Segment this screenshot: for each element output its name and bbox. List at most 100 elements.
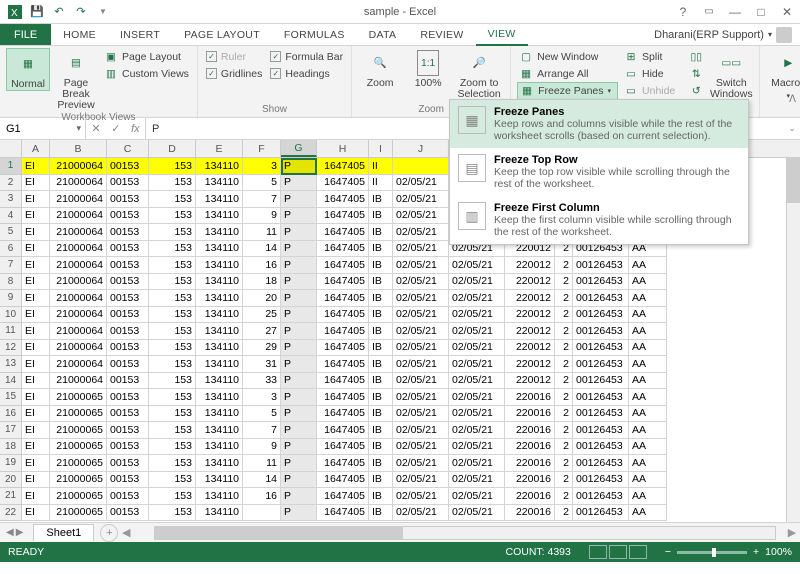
cell[interactable]: 1647405 xyxy=(317,406,369,423)
cell[interactable]: 00153 xyxy=(107,422,149,439)
cell[interactable]: 00126453 xyxy=(573,373,629,390)
zoom-percent[interactable]: 100% xyxy=(765,546,792,558)
cell[interactable]: 14 xyxy=(243,472,281,489)
cell[interactable]: P xyxy=(281,290,317,307)
cell[interactable]: 134110 xyxy=(196,439,243,456)
cell[interactable]: 153 xyxy=(149,356,196,373)
cell[interactable]: 3 xyxy=(243,389,281,406)
cell[interactable]: 00153 xyxy=(107,356,149,373)
cell[interactable]: 02/05/21 xyxy=(449,488,505,505)
cell[interactable]: 2 xyxy=(555,257,573,274)
row-header[interactable]: 20 xyxy=(0,472,22,489)
name-box-dropdown-icon[interactable]: ▾ xyxy=(76,123,81,134)
cell[interactable]: 153 xyxy=(149,373,196,390)
cell[interactable]: 220016 xyxy=(505,488,555,505)
cell[interactable]: P xyxy=(281,224,317,241)
cell[interactable]: 02/05/21 xyxy=(393,290,449,307)
cell[interactable] xyxy=(393,158,449,175)
cell[interactable]: AA xyxy=(629,323,667,340)
cell[interactable]: 02/05/21 xyxy=(449,373,505,390)
column-header-G[interactable]: G xyxy=(281,140,317,157)
cell[interactable]: 02/05/21 xyxy=(393,422,449,439)
cell[interactable]: 2 xyxy=(555,373,573,390)
cell[interactable]: IB xyxy=(369,323,393,340)
cell[interactable]: IB xyxy=(369,373,393,390)
cell[interactable]: P xyxy=(281,472,317,489)
cell[interactable]: EI xyxy=(22,158,50,175)
cell[interactable]: 02/05/21 xyxy=(393,488,449,505)
headings-checkbox[interactable]: ✓Headings xyxy=(268,65,345,82)
cell[interactable]: 2 xyxy=(555,422,573,439)
cell[interactable]: 9 xyxy=(243,208,281,225)
cell[interactable]: 1647405 xyxy=(317,340,369,357)
redo-icon[interactable]: ↷ xyxy=(72,3,90,21)
cell[interactable]: 153 xyxy=(149,406,196,423)
cell[interactable]: P xyxy=(281,274,317,291)
zoom-selection-button[interactable]: 🔎Zoom to Selection xyxy=(454,48,504,100)
cell[interactable]: EI xyxy=(22,455,50,472)
cell[interactable]: 153 xyxy=(149,323,196,340)
cell[interactable]: 2 xyxy=(555,389,573,406)
cell[interactable]: 21000064 xyxy=(50,241,107,258)
cell[interactable]: EI xyxy=(22,224,50,241)
tab-review[interactable]: REVIEW xyxy=(408,24,475,45)
cell[interactable]: 1647405 xyxy=(317,307,369,324)
cell[interactable]: 29 xyxy=(243,340,281,357)
arrange-all-button[interactable]: ▦Arrange All xyxy=(517,65,618,82)
cell[interactable]: 153 xyxy=(149,158,196,175)
cell[interactable]: 2 xyxy=(555,439,573,456)
cell[interactable]: 1647405 xyxy=(317,191,369,208)
qat-customize-icon[interactable]: ▼ xyxy=(94,3,112,21)
column-header-A[interactable]: A xyxy=(22,140,50,157)
undo-icon[interactable]: ↶ xyxy=(50,3,68,21)
cell[interactable]: 153 xyxy=(149,422,196,439)
cell[interactable]: 00153 xyxy=(107,406,149,423)
row-header[interactable]: 21 xyxy=(0,488,22,505)
cell[interactable]: P xyxy=(281,323,317,340)
cell[interactable]: 1647405 xyxy=(317,472,369,489)
cell[interactable]: P xyxy=(281,340,317,357)
help-icon[interactable]: ? xyxy=(670,0,696,24)
tab-formulas[interactable]: FORMULAS xyxy=(272,24,357,45)
zoom-100-button[interactable]: 1:1100% xyxy=(406,48,450,89)
cell[interactable]: 02/05/21 xyxy=(449,389,505,406)
cell[interactable]: 1647405 xyxy=(317,208,369,225)
column-header-I[interactable]: I xyxy=(369,140,393,157)
cell[interactable]: 00153 xyxy=(107,274,149,291)
cell[interactable]: 02/05/21 xyxy=(393,175,449,192)
cell[interactable]: 02/05/21 xyxy=(393,439,449,456)
cell[interactable]: 00153 xyxy=(107,191,149,208)
vertical-scrollbar[interactable] xyxy=(786,158,800,522)
cell[interactable]: 220012 xyxy=(505,274,555,291)
cell[interactable]: 21000065 xyxy=(50,472,107,489)
cell[interactable]: EI xyxy=(22,307,50,324)
sheet-nav-prev-icon[interactable]: ◀ xyxy=(6,527,14,538)
row-header[interactable]: 12 xyxy=(0,340,22,357)
cell[interactable]: EI xyxy=(22,340,50,357)
cell[interactable] xyxy=(243,505,281,522)
sheet-nav-right-icon[interactable]: ▶ xyxy=(784,526,800,539)
zoom-in-icon[interactable]: + xyxy=(753,546,759,558)
cell[interactable]: AA xyxy=(629,340,667,357)
cell[interactable]: 134110 xyxy=(196,290,243,307)
row-header[interactable]: 19 xyxy=(0,455,22,472)
cell[interactable]: 1647405 xyxy=(317,257,369,274)
cell[interactable]: 00153 xyxy=(107,373,149,390)
row-header[interactable]: 22 xyxy=(0,505,22,522)
cell[interactable]: 9 xyxy=(243,439,281,456)
cell[interactable]: 1647405 xyxy=(317,290,369,307)
cell[interactable]: 2 xyxy=(555,307,573,324)
reset-window-button[interactable]: ↺ xyxy=(687,82,705,99)
cell[interactable]: 153 xyxy=(149,340,196,357)
cell[interactable]: 134110 xyxy=(196,373,243,390)
normal-view-button[interactable]: ▦Normal xyxy=(6,48,50,91)
cell[interactable]: EI xyxy=(22,356,50,373)
unhide-button[interactable]: ▭Unhide xyxy=(622,82,677,99)
cell[interactable]: P xyxy=(281,158,317,175)
cell[interactable]: 1647405 xyxy=(317,455,369,472)
cell[interactable]: 153 xyxy=(149,439,196,456)
cell[interactable]: 00153 xyxy=(107,175,149,192)
cell[interactable]: 2 xyxy=(555,406,573,423)
cell[interactable]: 134110 xyxy=(196,455,243,472)
cell[interactable]: AA xyxy=(629,389,667,406)
